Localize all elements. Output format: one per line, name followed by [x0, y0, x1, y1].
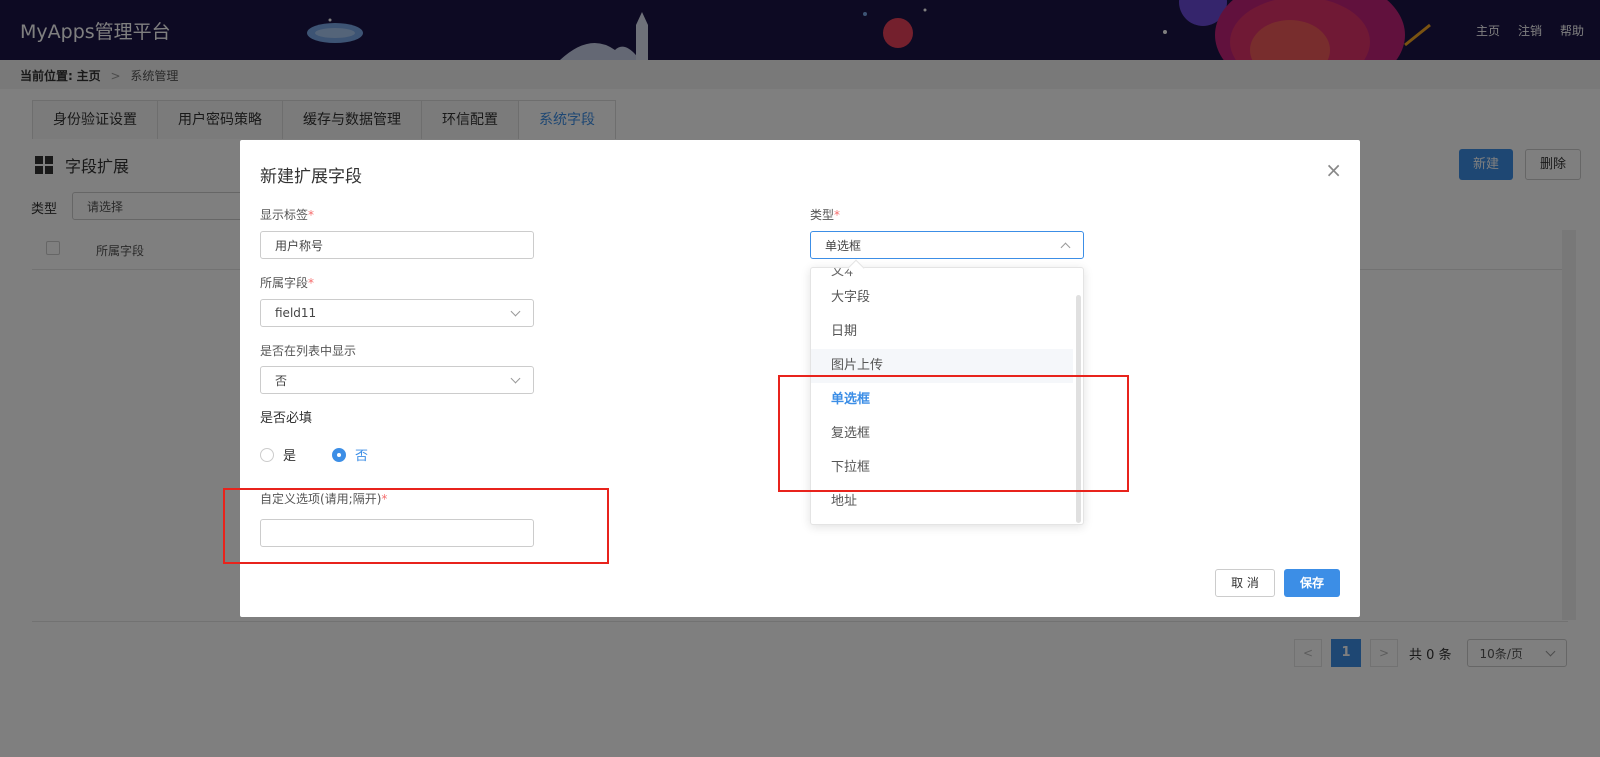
field-select-value: field11 [275, 306, 317, 320]
radio-no[interactable] [332, 447, 347, 462]
close-icon[interactable]: × [1325, 160, 1342, 180]
required-asterisk: * [308, 276, 315, 290]
chevron-up-icon [1060, 242, 1071, 252]
display-label-text: 显示标签 [260, 208, 309, 222]
radio-yes[interactable] [260, 447, 274, 462]
field-label-text: 所属字段 [260, 276, 309, 290]
display-label-label: 显示标签* [260, 206, 314, 223]
radio-no-label[interactable]: 否 [355, 445, 368, 464]
highlight-box-type-options [778, 375, 1129, 492]
highlight-box-custom-options [223, 488, 609, 564]
chevron-down-icon [510, 373, 521, 383]
field-label: 所属字段* [260, 274, 314, 291]
chevron-down-icon [510, 306, 521, 316]
required-radio-group: 是 否 [260, 445, 404, 464]
show-in-list-select[interactable]: 否 [260, 366, 534, 394]
field-select[interactable]: field11 [260, 299, 534, 327]
show-in-list-label: 是否在列表中显示 [260, 344, 357, 358]
dropdown-option-date[interactable]: 日期 [811, 315, 1073, 349]
type-select-value: 单选框 [825, 238, 862, 253]
cancel-button[interactable]: 取 消 [1215, 569, 1275, 597]
dialog-title: 新建扩展字段 [260, 167, 362, 187]
type-label: 类型* [810, 206, 840, 223]
required-label: 是否必填 [260, 411, 313, 426]
required-asterisk: * [308, 208, 315, 222]
show-in-list-value: 否 [275, 373, 288, 388]
required-asterisk: * [834, 208, 841, 222]
type-select[interactable]: 单选框 [810, 231, 1084, 259]
save-button[interactable]: 保存 [1284, 569, 1340, 597]
dropdown-option-bigfield[interactable]: 大字段 [811, 281, 1073, 315]
display-label-input[interactable]: 用户称号 [260, 231, 534, 259]
radio-yes-label[interactable]: 是 [283, 445, 296, 464]
type-label-text: 类型 [810, 208, 835, 222]
